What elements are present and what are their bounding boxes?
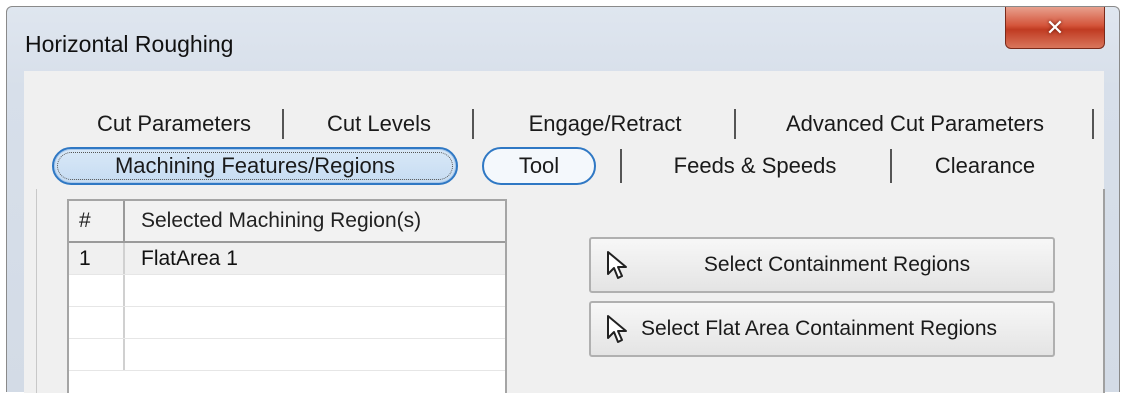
column-header-number[interactable]: # — [69, 201, 125, 241]
button-label: Select Flat Area Containment Regions — [641, 317, 998, 340]
tab-clearance[interactable]: Clearance — [892, 147, 1078, 185]
select-containment-regions-button[interactable]: Select Containment Regions — [589, 237, 1055, 293]
machining-region-table[interactable]: # Selected Machining Region(s) 1 FlatAre… — [67, 199, 507, 393]
tab-cut-parameters[interactable]: Cut Parameters — [64, 105, 284, 143]
select-flat-area-containment-regions-button[interactable]: Select Flat Area Containment Regions — [589, 301, 1055, 357]
tab-tool[interactable]: Tool — [482, 147, 596, 185]
dialog-body: Cut Parameters Cut Levels Engage/Retract… — [24, 71, 1105, 393]
tab-feeds-speeds[interactable]: Feeds & Speeds — [622, 147, 888, 185]
column-header-region[interactable]: Selected Machining Region(s) — [125, 201, 505, 241]
row-region-name: FlatArea 1 — [141, 246, 238, 270]
dialog-window: Horizontal Roughing ✕ Cut Parameters Cut… — [6, 6, 1120, 393]
table-row[interactable]: 1 FlatArea 1 — [69, 243, 505, 275]
tab-row-bottom: Machining Features/Regions Tool Feeds & … — [52, 147, 1078, 185]
tab-panel-machining-features: # Selected Machining Region(s) 1 FlatAre… — [36, 189, 1105, 393]
row-number: 1 — [69, 243, 125, 274]
window-title: Horizontal Roughing — [25, 31, 234, 57]
tab-engage-retract[interactable]: Engage/Retract — [474, 105, 736, 143]
tab-machining-features-regions[interactable]: Machining Features/Regions — [52, 147, 458, 185]
table-row-empty — [69, 339, 505, 371]
table-row-empty — [69, 275, 505, 307]
table-header: # Selected Machining Region(s) — [69, 201, 505, 243]
button-label: Select Containment Regions — [703, 253, 971, 276]
tab-cut-levels[interactable]: Cut Levels — [284, 105, 474, 143]
table-row-empty — [69, 307, 505, 339]
tab-row-top: Cut Parameters Cut Levels Engage/Retract… — [64, 105, 1094, 143]
cursor-arrow-icon — [607, 251, 627, 279]
title-bar: Horizontal Roughing ✕ — [7, 7, 1119, 69]
tab-advanced-cut-parameters[interactable]: Advanced Cut Parameters — [736, 105, 1094, 143]
close-icon: ✕ — [1045, 14, 1065, 40]
cursor-arrow-icon — [607, 315, 627, 343]
close-button[interactable]: ✕ — [1005, 7, 1105, 49]
